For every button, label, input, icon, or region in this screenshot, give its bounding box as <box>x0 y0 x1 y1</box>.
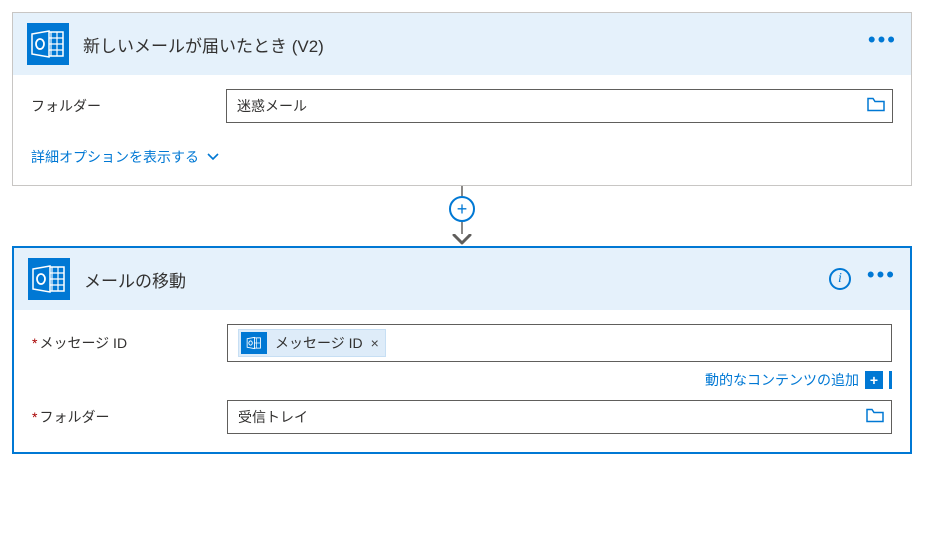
folder-picker-icon[interactable] <box>867 98 885 115</box>
add-step-button[interactable]: + <box>449 196 475 222</box>
token-label: メッセージ ID <box>275 333 363 353</box>
chevron-down-icon <box>207 150 219 164</box>
connector-line <box>461 186 463 196</box>
connector-line <box>461 222 463 234</box>
trigger-folder-value: 迷惑メール <box>237 96 307 116</box>
outlook-icon <box>28 258 70 300</box>
trigger-card-body: フォルダー 迷惑メール 詳細オプションを表示する <box>13 75 911 185</box>
folder-picker-icon[interactable] <box>866 409 884 426</box>
action-title: メールの移動 <box>84 267 815 292</box>
outlook-token-icon <box>241 332 267 354</box>
trigger-folder-row: フォルダー 迷惑メール <box>31 89 893 123</box>
advanced-options-label: 詳細オプションを表示する <box>31 147 199 167</box>
trigger-folder-input[interactable]: 迷惑メール <box>226 89 893 123</box>
dynamic-content-row: 動的なコンテンツの追加 + <box>32 370 892 390</box>
trigger-menu-button[interactable]: ••• <box>868 35 897 53</box>
message-id-row: *メッセージ ID <box>32 324 892 362</box>
action-folder-value: 受信トレイ <box>238 407 308 427</box>
action-folder-input[interactable]: 受信トレイ <box>227 400 892 434</box>
trigger-folder-label: フォルダー <box>31 96 226 116</box>
action-folder-row: *フォルダー 受信トレイ <box>32 400 892 434</box>
dynamic-content-link[interactable]: 動的なコンテンツの追加 <box>705 370 859 390</box>
dynamic-content-handle[interactable] <box>889 371 892 389</box>
trigger-card: 新しいメールが届いたとき (V2) ••• フォルダー 迷惑メール 詳細オプショ… <box>12 12 912 186</box>
flow-connector: + <box>12 186 912 246</box>
message-id-token: メッセージ ID × <box>238 329 386 357</box>
arrow-down-icon <box>452 234 472 246</box>
action-card: メールの移動 i ••• *メッセージ ID <box>12 246 912 454</box>
outlook-icon <box>27 23 69 65</box>
dynamic-content-add-button[interactable]: + <box>865 371 883 389</box>
action-card-body: *メッセージ ID <box>14 310 910 452</box>
action-menu-button[interactable]: ••• <box>867 270 896 288</box>
action-folder-label: *フォルダー <box>32 407 227 427</box>
message-id-label: *メッセージ ID <box>32 333 227 353</box>
advanced-options-toggle[interactable]: 詳細オプションを表示する <box>31 147 219 167</box>
message-id-input[interactable]: メッセージ ID × <box>227 324 892 362</box>
trigger-card-header: 新しいメールが届いたとき (V2) ••• <box>13 13 911 75</box>
info-button[interactable]: i <box>829 268 851 290</box>
action-card-header: メールの移動 i ••• <box>14 248 910 310</box>
trigger-title: 新しいメールが届いたとき (V2) <box>83 32 854 57</box>
token-remove-button[interactable]: × <box>371 335 379 351</box>
